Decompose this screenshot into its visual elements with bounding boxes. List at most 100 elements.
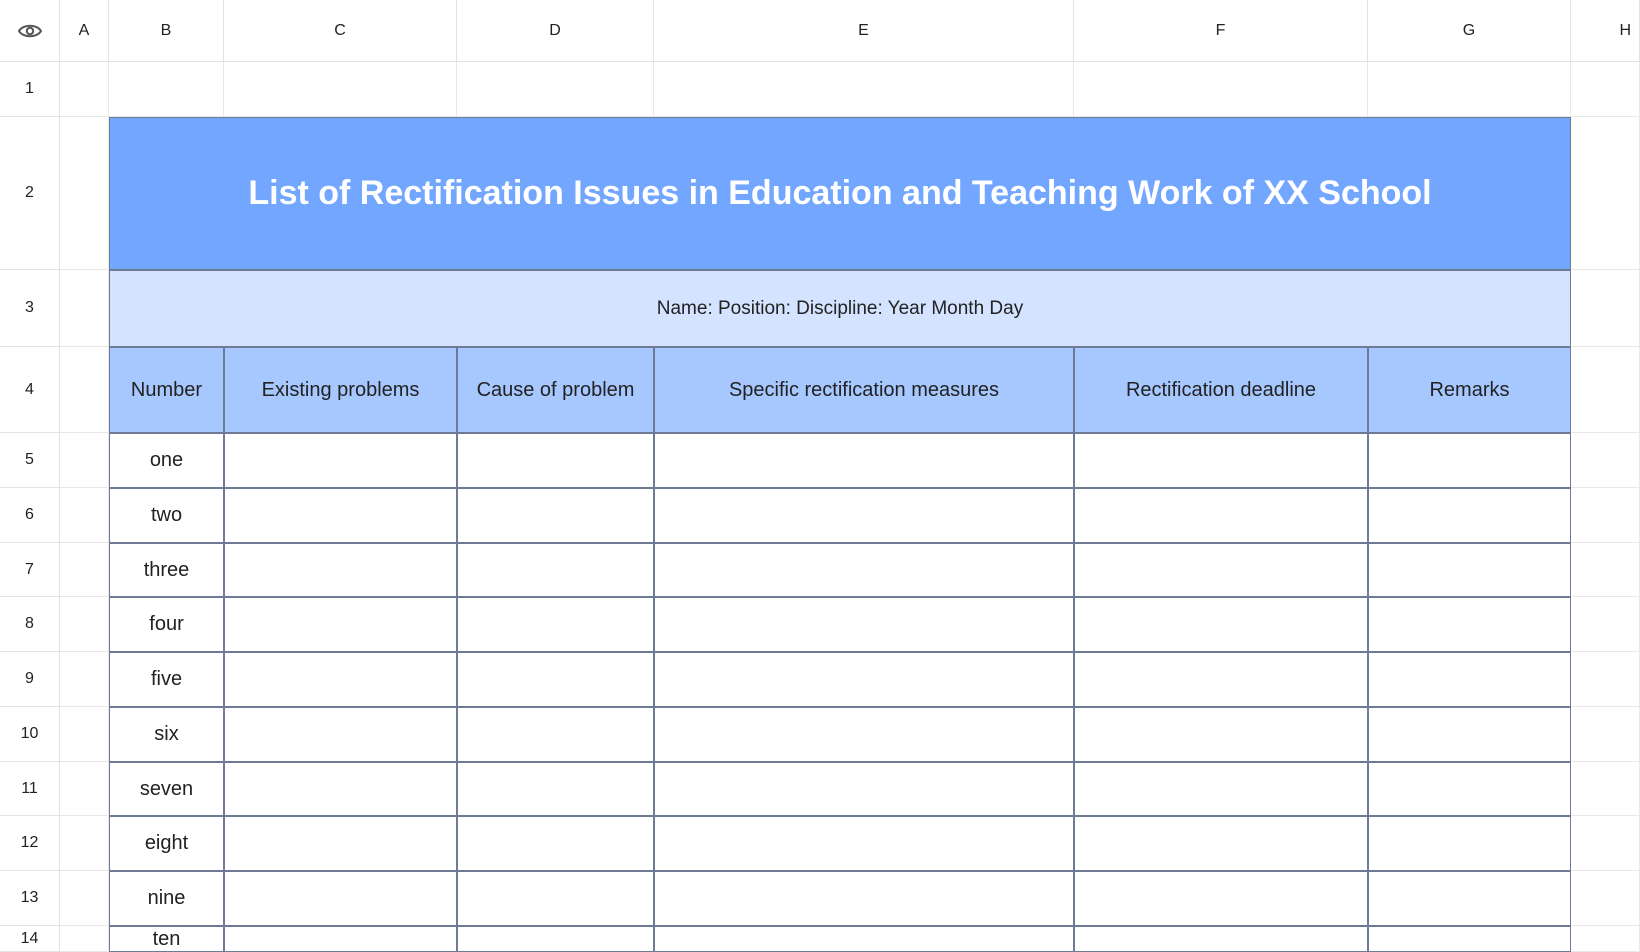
cell-h5[interactable] <box>1571 433 1640 488</box>
cell-a10[interactable] <box>60 707 109 762</box>
table-cell[interactable] <box>1368 926 1571 952</box>
row-header-3[interactable]: 3 <box>0 270 60 347</box>
row-header-11[interactable]: 11 <box>0 762 60 816</box>
table-header-3[interactable]: Cause of problem <box>457 347 654 433</box>
row-header-5[interactable]: 5 <box>0 433 60 488</box>
cell-d1[interactable] <box>457 62 654 117</box>
table-cell[interactable] <box>1074 597 1368 652</box>
table-cell[interactable] <box>1368 488 1571 543</box>
table-cell[interactable] <box>457 597 654 652</box>
table-cell[interactable] <box>224 652 457 707</box>
sheet-title[interactable]: List of Rectification Issues in Educatio… <box>109 117 1571 270</box>
table-cell[interactable] <box>1368 652 1571 707</box>
cell-h3[interactable] <box>1571 270 1640 347</box>
row-header-14[interactable]: 14 <box>0 926 60 952</box>
number-cell[interactable]: three <box>109 543 224 597</box>
table-header-4[interactable]: Specific rectification measures <box>654 347 1074 433</box>
table-cell[interactable] <box>1074 488 1368 543</box>
table-cell[interactable] <box>654 707 1074 762</box>
table-cell[interactable] <box>224 433 457 488</box>
table-header-2[interactable]: Existing problems <box>224 347 457 433</box>
cell-a2[interactable] <box>60 117 109 270</box>
cell-b1[interactable] <box>109 62 224 117</box>
table-cell[interactable] <box>224 543 457 597</box>
table-cell[interactable] <box>654 871 1074 926</box>
table-cell[interactable] <box>457 762 654 816</box>
row-header-1[interactable]: 1 <box>0 62 60 117</box>
table-cell[interactable] <box>1074 871 1368 926</box>
cell-h12[interactable] <box>1571 816 1640 871</box>
row-header-7[interactable]: 7 <box>0 543 60 597</box>
number-cell[interactable]: two <box>109 488 224 543</box>
cell-h7[interactable] <box>1571 543 1640 597</box>
table-cell[interactable] <box>1074 543 1368 597</box>
column-header-g[interactable]: G <box>1368 0 1571 62</box>
cell-a5[interactable] <box>60 433 109 488</box>
cell-h10[interactable] <box>1571 707 1640 762</box>
table-cell[interactable] <box>1368 816 1571 871</box>
row-header-12[interactable]: 12 <box>0 816 60 871</box>
cell-h9[interactable] <box>1571 652 1640 707</box>
table-cell[interactable] <box>654 488 1074 543</box>
cell-h2[interactable] <box>1571 117 1640 270</box>
cell-h14[interactable] <box>1571 926 1640 952</box>
table-cell[interactable] <box>1368 762 1571 816</box>
table-cell[interactable] <box>457 926 654 952</box>
table-cell[interactable] <box>224 926 457 952</box>
row-header-8[interactable]: 8 <box>0 597 60 652</box>
column-header-d[interactable]: D <box>457 0 654 62</box>
table-cell[interactable] <box>654 652 1074 707</box>
cell-a6[interactable] <box>60 488 109 543</box>
table-header-5[interactable]: Rectification deadline <box>1074 347 1368 433</box>
table-cell[interactable] <box>1368 543 1571 597</box>
number-cell[interactable]: five <box>109 652 224 707</box>
table-header-6[interactable]: Remarks <box>1368 347 1571 433</box>
cell-a9[interactable] <box>60 652 109 707</box>
table-header-1[interactable]: Number <box>109 347 224 433</box>
table-cell[interactable] <box>1074 762 1368 816</box>
table-cell[interactable] <box>224 816 457 871</box>
table-cell[interactable] <box>457 543 654 597</box>
select-all-corner[interactable] <box>0 0 60 62</box>
row-header-10[interactable]: 10 <box>0 707 60 762</box>
cell-h13[interactable] <box>1571 871 1640 926</box>
cell-f1[interactable] <box>1074 62 1368 117</box>
table-cell[interactable] <box>654 816 1074 871</box>
row-header-6[interactable]: 6 <box>0 488 60 543</box>
number-cell[interactable]: seven <box>109 762 224 816</box>
table-cell[interactable] <box>1368 433 1571 488</box>
cell-h11[interactable] <box>1571 762 1640 816</box>
table-cell[interactable] <box>224 762 457 816</box>
cell-a13[interactable] <box>60 871 109 926</box>
table-cell[interactable] <box>654 762 1074 816</box>
cell-a12[interactable] <box>60 816 109 871</box>
cell-h6[interactable] <box>1571 488 1640 543</box>
row-header-4[interactable]: 4 <box>0 347 60 433</box>
cell-h8[interactable] <box>1571 597 1640 652</box>
column-header-f[interactable]: F <box>1074 0 1368 62</box>
number-cell[interactable]: ten <box>109 926 224 952</box>
number-cell[interactable]: four <box>109 597 224 652</box>
table-cell[interactable] <box>1368 707 1571 762</box>
table-cell[interactable] <box>1368 597 1571 652</box>
table-cell[interactable] <box>1074 433 1368 488</box>
number-cell[interactable]: one <box>109 433 224 488</box>
column-header-c[interactable]: C <box>224 0 457 62</box>
cell-h1[interactable] <box>1571 62 1640 117</box>
column-header-a[interactable]: A <box>60 0 109 62</box>
table-cell[interactable] <box>457 871 654 926</box>
table-cell[interactable] <box>457 707 654 762</box>
row-header-2[interactable]: 2 <box>0 117 60 270</box>
table-cell[interactable] <box>224 488 457 543</box>
number-cell[interactable]: nine <box>109 871 224 926</box>
cell-a14[interactable] <box>60 926 109 952</box>
cell-a3[interactable] <box>60 270 109 347</box>
column-header-b[interactable]: B <box>109 0 224 62</box>
table-cell[interactable] <box>1074 926 1368 952</box>
cell-a1[interactable] <box>60 62 109 117</box>
sheet-subtitle[interactable]: Name: Position: Discipline: Year Month D… <box>109 270 1571 347</box>
cell-a4[interactable] <box>60 347 109 433</box>
column-header-e[interactable]: E <box>654 0 1074 62</box>
table-cell[interactable] <box>1074 707 1368 762</box>
table-cell[interactable] <box>224 707 457 762</box>
